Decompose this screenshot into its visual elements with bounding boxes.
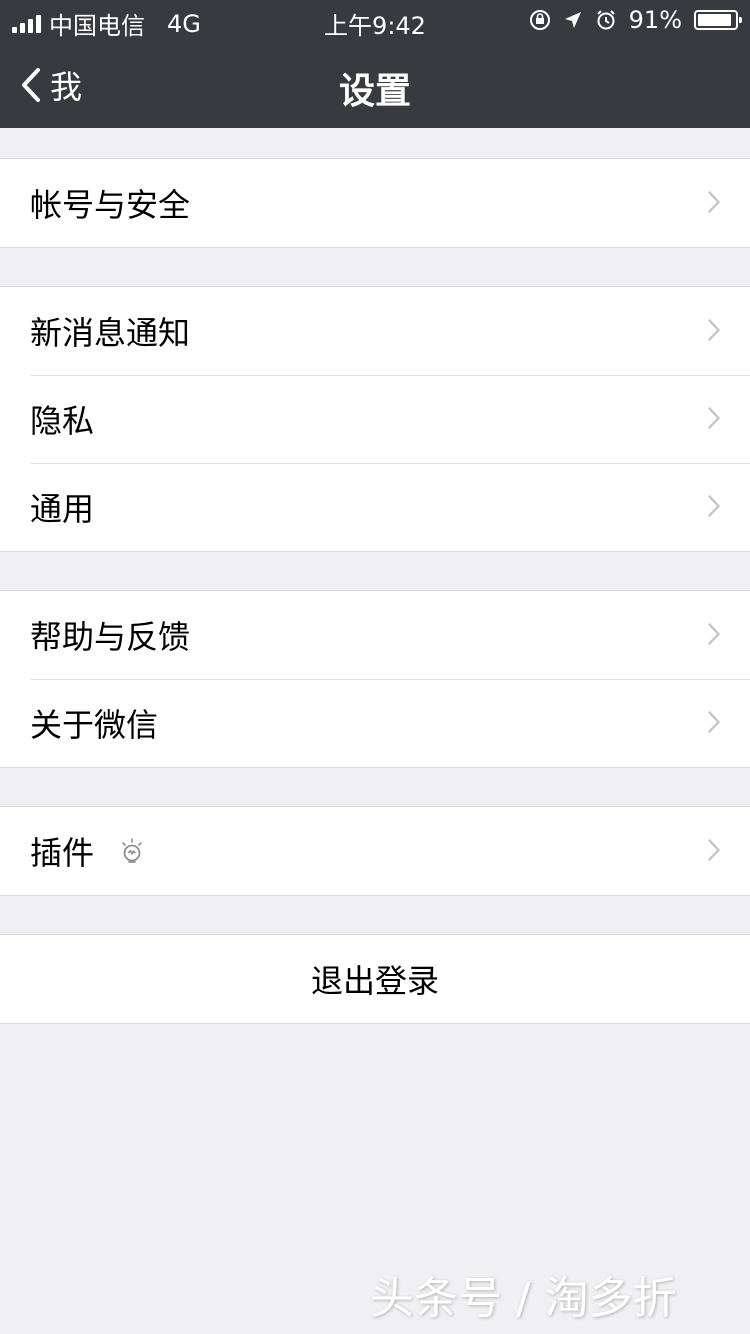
location-arrow-icon	[564, 12, 581, 28]
chevron-right-icon	[708, 495, 720, 517]
settings-group-account: 帐号与安全	[0, 158, 750, 248]
row-label: 帮助与反馈	[30, 618, 191, 656]
row-plugins[interactable]: 插件	[0, 807, 750, 895]
status-right: 91%	[529, 6, 742, 34]
alarm-icon	[596, 10, 615, 30]
settings-group-main: 新消息通知 隐私 通用	[0, 286, 750, 552]
row-privacy[interactable]: 隐私	[0, 375, 750, 463]
settings-group-plugins: 插件	[0, 806, 750, 896]
logout-group: 退出登录	[0, 934, 750, 1024]
battery-icon	[694, 10, 742, 30]
row-account-security[interactable]: 帐号与安全	[0, 159, 750, 247]
chevron-right-icon	[708, 319, 720, 341]
nav-bar: 我 设置	[0, 40, 750, 128]
chevron-right-icon	[708, 623, 720, 645]
row-label: 隐私	[30, 402, 95, 440]
watermark: 头条号 / 淘多折	[370, 1273, 677, 1324]
row-new-message-notifications[interactable]: 新消息通知	[0, 287, 750, 375]
battery-percent: 91%	[628, 6, 682, 34]
battery-level	[698, 14, 731, 26]
row-label: 帐号与安全	[30, 186, 191, 224]
header: 中国电信 4G 上午9:42 91% 我 设置	[0, 0, 750, 128]
chevron-right-icon	[708, 711, 720, 733]
status-bar: 中国电信 4G 上午9:42 91%	[0, 0, 750, 40]
settings-group-help: 帮助与反馈 关于微信	[0, 590, 750, 768]
row-label: 关于微信	[30, 706, 159, 744]
logout-button[interactable]: 退出登录	[0, 935, 750, 1023]
row-general[interactable]: 通用	[0, 463, 750, 551]
chevron-right-icon	[708, 191, 720, 213]
page-title: 设置	[338, 71, 411, 112]
row-about-wechat[interactable]: 关于微信	[0, 679, 750, 767]
chevron-right-icon	[708, 839, 720, 861]
row-label: 新消息通知	[30, 314, 191, 352]
logout-label: 退出登录	[310, 962, 439, 1000]
rotation-lock-icon	[529, 10, 550, 30]
lightbulb-icon	[122, 838, 142, 863]
chevron-right-icon	[708, 407, 720, 429]
row-label: 插件	[30, 834, 95, 872]
row-help-feedback[interactable]: 帮助与反馈	[0, 591, 750, 679]
row-label: 通用	[30, 490, 95, 528]
